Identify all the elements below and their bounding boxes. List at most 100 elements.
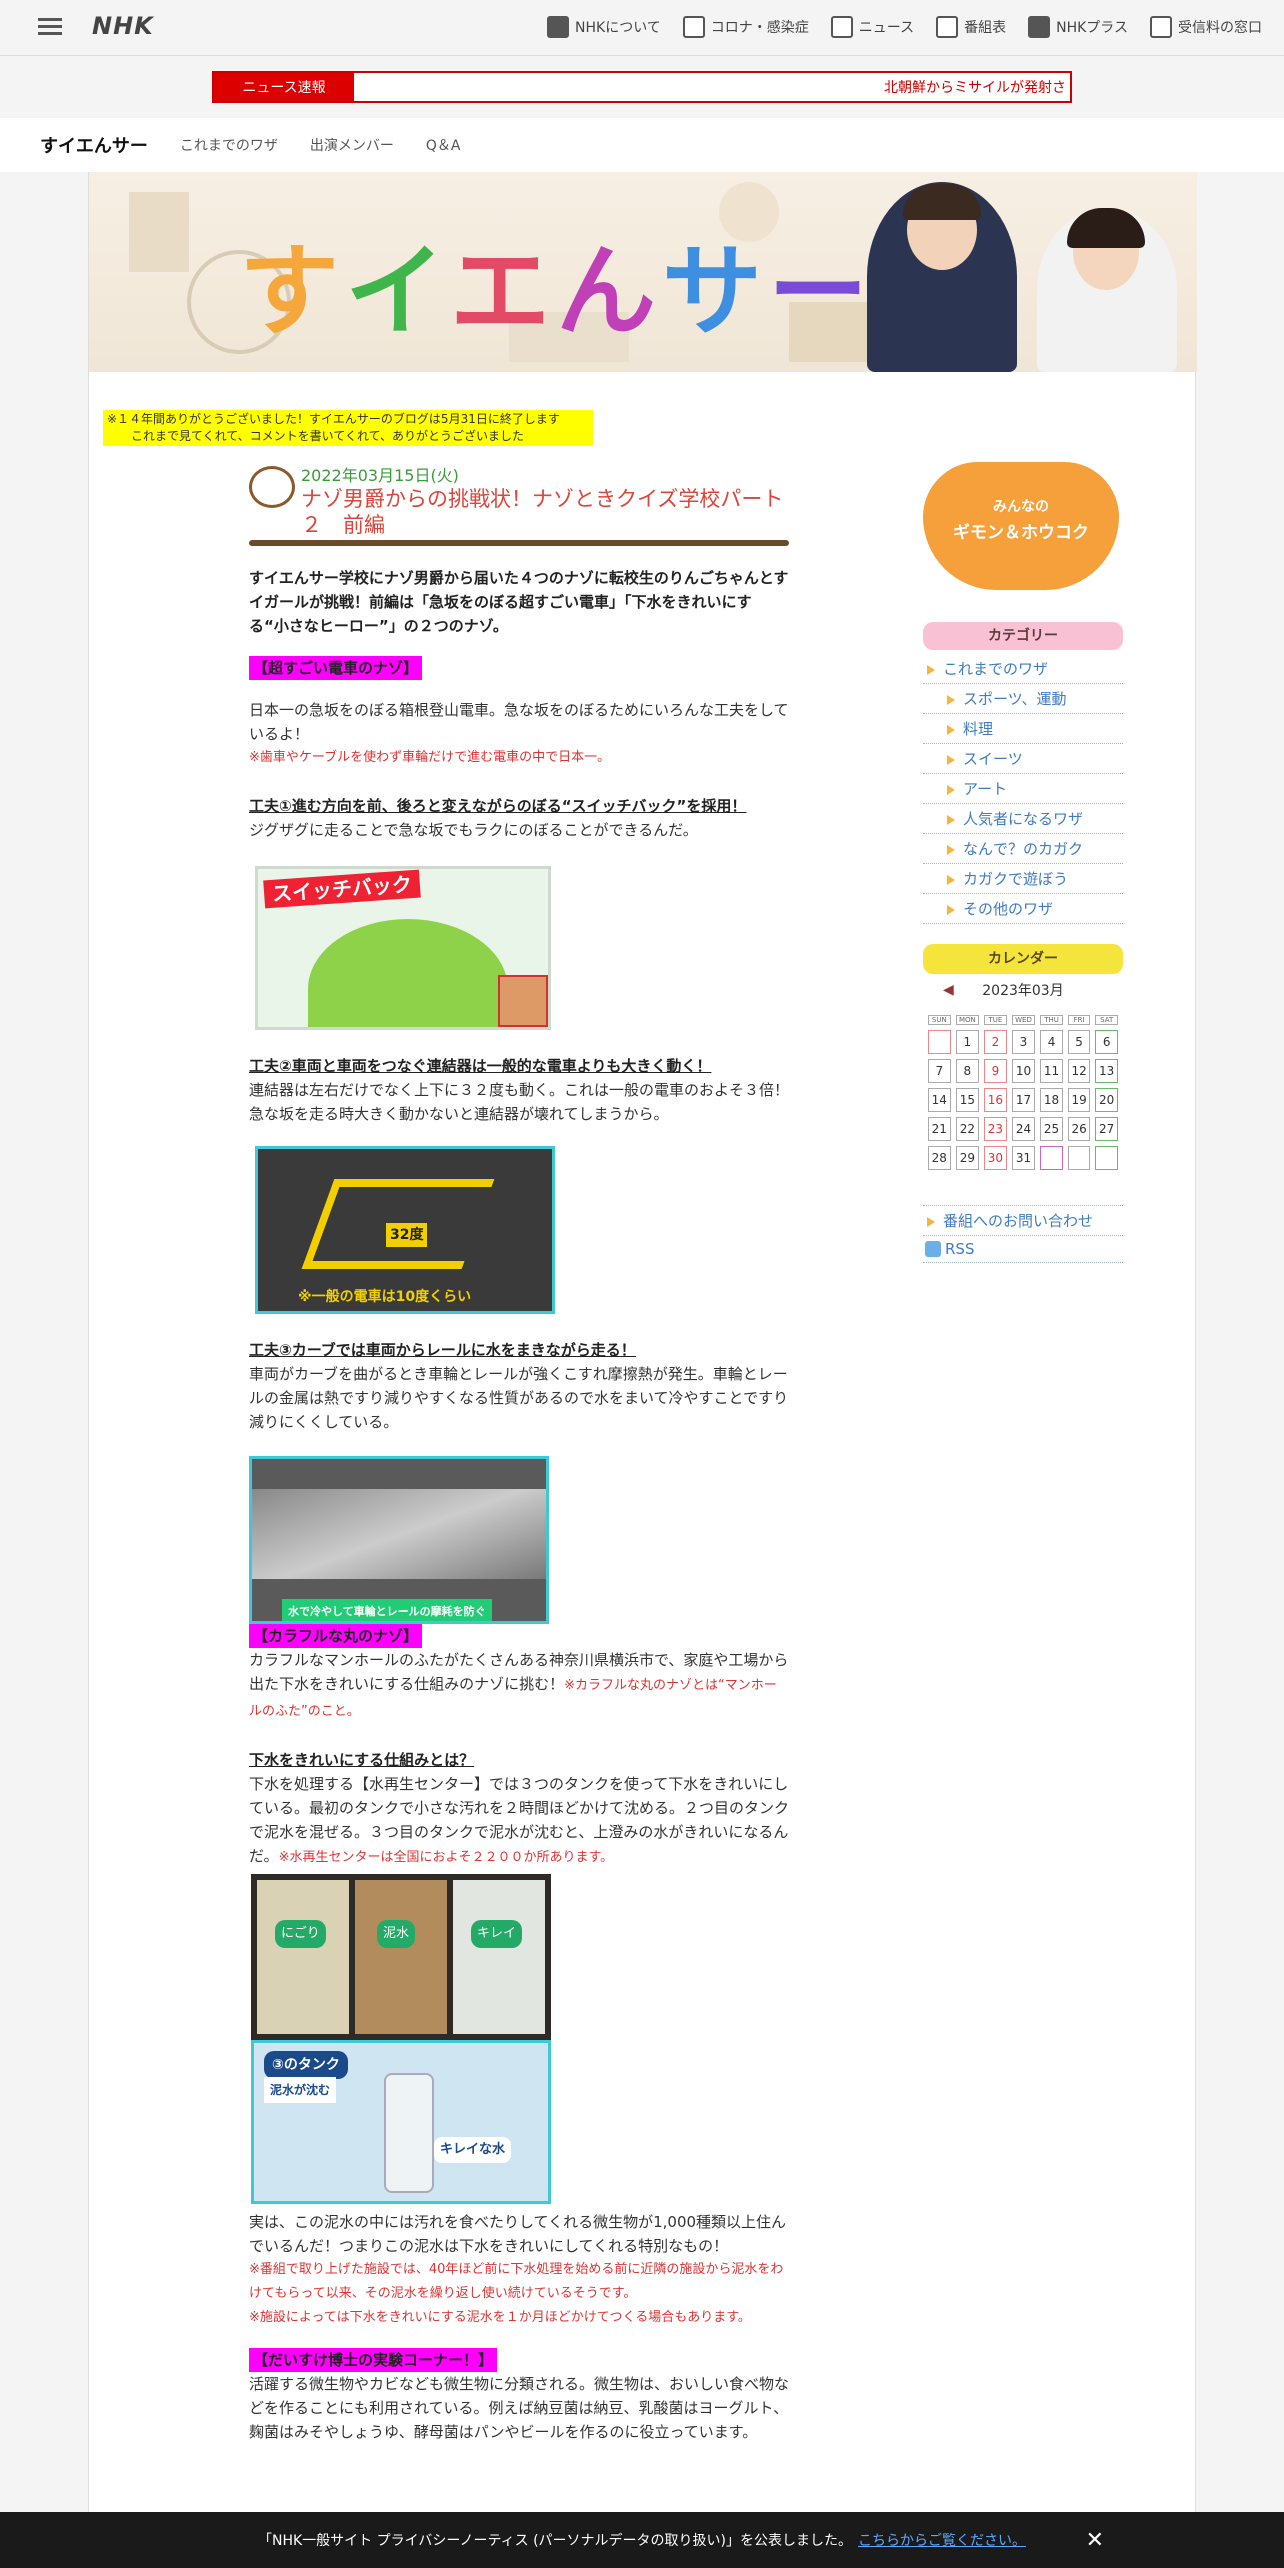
category-item-sweets[interactable]: スイーツ [923, 744, 1123, 774]
calendar-day: 5 [1067, 1030, 1091, 1054]
note: ※歯車やケーブルを使わず車輪だけで進む電車の中で日本一。 [249, 750, 611, 765]
rss-link[interactable]: RSS [923, 1236, 1123, 1263]
window-icon [1150, 16, 1172, 38]
nav-label: コロナ・感染症 [710, 20, 809, 36]
privacy-notice-link[interactable]: こちらからご覧ください。 [858, 2530, 1026, 2550]
note: ※番組で取り上げた施設では、40年ほど前に下水処理を始める前に近隣の施設から泥水… [249, 2262, 784, 2301]
breaking-news-bar[interactable]: ニュース速報 北朝鮮からミサイルが発射さ [212, 71, 1072, 103]
nav-news[interactable]: ニュース [830, 16, 915, 38]
program-brand[interactable]: すイエんサー [40, 132, 148, 158]
rss-icon [925, 1241, 941, 1257]
banner-title: すイエんサー [239, 210, 874, 355]
gimon-houkoku-banner[interactable]: みんなの ギモン＆ホウコク [923, 462, 1119, 590]
privacy-notice-text: 「NHK一般サイト プライバシーノーティス (パーソナルデータの取り扱い)」を公… [257, 2533, 853, 2549]
image-caption: 水で冷やして車輪とレールの摩耗を防ぐ [282, 1599, 492, 1621]
category-item-sports[interactable]: スポーツ、運動 [923, 684, 1123, 714]
calendar-day [1040, 1146, 1063, 1170]
nav-label: NHKプラス [1056, 20, 1128, 36]
image-caption: スイッチバック [263, 869, 421, 909]
menu-icon[interactable] [38, 14, 62, 38]
calendar-day: 8 [955, 1059, 980, 1083]
subnav-link-members[interactable]: 出演メンバー [310, 135, 394, 155]
note: ※水再生センターは全国におよそ２２００か所あります。 [278, 1850, 614, 1865]
subnav-link-waza[interactable]: これまでのワザ [180, 135, 278, 155]
gimon-line-1: みんなの [993, 499, 1049, 515]
paragraph: 連結器は左右だけでなく上下に３２度も動く。これは一般の電車のおよそ３倍！急な坂を… [249, 1081, 790, 1123]
category-item-cooking[interactable]: 料理 [923, 714, 1123, 744]
nav-fee[interactable]: 受信料の窓口 [1150, 16, 1262, 38]
paragraph: 下水を処理する【水再生センター】では３つのタンクを使って下水をきれいにしている。… [249, 1772, 789, 1870]
category-item-art[interactable]: アート [923, 774, 1123, 804]
close-icon[interactable]: ✕ [1086, 2528, 1104, 2553]
calendar-day [1067, 1146, 1091, 1170]
host-photo-1 [867, 182, 1017, 372]
nhk-logo[interactable]: NHK [92, 12, 154, 40]
rail-water-image[interactable]: 水で冷やして車輪とレールの摩耗を防ぐ [249, 1456, 549, 1624]
calendar-day: 2 [984, 1030, 1007, 1054]
nav-label: 受信料の窓口 [1178, 20, 1262, 36]
tank-label: 泥水 [377, 1920, 416, 1948]
paragraph: 実は、この泥水の中には汚れを食べたりしてくれる微生物が1,000種類以上住んでい… [249, 2213, 787, 2255]
calendar-day: 9 [984, 1059, 1007, 1083]
calendar-day: 17 [1011, 1088, 1036, 1112]
calendar-day: 4 [1040, 1030, 1063, 1054]
notice-line-2: これまで見てくれて、コメントを書いてくれて、ありがとうございました [131, 429, 525, 443]
tank-label: にごり [275, 1920, 326, 1948]
paragraph: 活躍する微生物やカビなども微生物に分類される。微生物は、おいしい食べ物などを作る… [249, 2375, 790, 2441]
category-item-popular[interactable]: 人気者になるワザ [923, 804, 1123, 834]
top-nav: NHKについて コロナ・感染症 ニュース 番組表 NHKプラス 受信料の窓口 [547, 16, 1262, 38]
nhk-box-icon [547, 16, 570, 38]
contact-link[interactable]: 番組へのお問い合わせ [923, 1205, 1123, 1236]
banner-title-char: イ [345, 233, 450, 350]
calendar-day: 27 [1095, 1117, 1118, 1141]
nav-schedule[interactable]: 番組表 [936, 16, 1006, 38]
sub-heading: 工夫③カーブでは車両からレールに水をまきながら走る！ [249, 1341, 636, 1359]
paragraph: 日本一の急坂をのぼる箱根登山電車。急な坂をのぼるためにいろんな工夫をしているよ！ [249, 701, 789, 743]
calendar-prev-icon[interactable]: ◀ [943, 982, 954, 998]
category-item-science-why[interactable]: なんで？のカガク [923, 834, 1123, 864]
nav-plus[interactable]: NHKプラス [1028, 16, 1128, 38]
switchback-image[interactable]: スイッチバック [255, 866, 551, 1030]
coupler-image[interactable]: 32度 ※一般の電車は10度くらい [255, 1146, 555, 1314]
calendar: SUN MON TUE WED THU FRI SAT 123456 7 8 9 10 11 12 13… [923, 1010, 1123, 1175]
calendar-day: 15 [955, 1088, 980, 1112]
top-bar: NHK NHKについて コロナ・感染症 ニュース 番組表 NHKプラス 受信料の… [0, 0, 1284, 56]
nav-corona[interactable]: コロナ・感染症 [682, 16, 809, 38]
article-body: すイエんサー学校にナゾ男爵から届いた４つのナゾに転校生のりんごちゃんとすイガール… [249, 566, 789, 2444]
sub-heading: 工夫②車両と車両をつなぐ連結器は一般的な電車よりも大きく動く！ [249, 1057, 712, 1075]
category-item-waza[interactable]: これまでのワザ [923, 654, 1123, 684]
breaking-news-text[interactable]: 北朝鮮からミサイルが発射さ [354, 73, 1070, 101]
breaking-news-label: ニュース速報 [214, 73, 354, 101]
calendar-month-row: ◀ 2023年03月 [923, 980, 1123, 1006]
image-caption: 32度 [386, 1223, 428, 1247]
weekday: TUE [984, 1015, 1007, 1025]
tank-images[interactable]: にごり 泥水 キレイ ③のタンク 泥水が沈む キレイな水 [251, 1874, 551, 2204]
nav-label: ニュース [858, 20, 915, 36]
blog-ending-notice: ※１４年間ありがとうございました！すイエんサーのブログは5月31日に終了します … [103, 410, 593, 446]
sub-heading: 下水をきれいにする仕組みとは？ [249, 1751, 475, 1769]
calendar-day: 29 [955, 1146, 980, 1170]
gimon-line-2: ギモン＆ホウコク [953, 523, 1089, 543]
calendar-month: 2023年03月 [982, 983, 1064, 999]
calendar-day: 26 [1067, 1117, 1091, 1141]
banner-title-char: す [239, 233, 345, 350]
article-lead: すイエんサー学校にナゾ男爵から届いた４つのナゾに転校生のりんごちゃんとすイガール… [249, 569, 789, 635]
calendar-day: 14 [928, 1088, 951, 1112]
subnav-link-qa[interactable]: Q＆A [426, 135, 461, 155]
calendar-day: 21 [928, 1117, 951, 1141]
category-item-other[interactable]: その他のワザ [923, 894, 1123, 924]
nav-about[interactable]: NHKについて [547, 16, 661, 38]
privacy-notice-bar: 「NHK一般サイト プライバシーノーティス (パーソナルデータの取り扱い)」を公… [0, 2512, 1284, 2568]
sidebar-links: 番組へのお問い合わせ RSS [923, 1205, 1123, 1263]
thought-cloud-icon [249, 466, 295, 508]
tank-label: キレイ [471, 1920, 523, 1948]
category-item-science-play[interactable]: カガクで遊ぼう [923, 864, 1123, 894]
news-icon [830, 16, 853, 38]
calendar-day: 22 [955, 1117, 980, 1141]
image-caption: ※一般の電車は10度くらい [298, 1289, 472, 1305]
grid-icon [936, 16, 959, 38]
paragraph: 車両がカーブを曲がるとき車輪とレールが強くこすれ摩擦熱が発生。車輪とレールの金属… [249, 1365, 789, 1431]
main-content: すイエんサー ※１４年間ありがとうございました！すイエんサーのブログは5月31日… [88, 172, 1197, 2568]
article-title[interactable]: ナゾ男爵からの挑戦状！ナゾときクイズ学校パート２ 前編 [301, 486, 791, 538]
title-divider [249, 540, 789, 546]
